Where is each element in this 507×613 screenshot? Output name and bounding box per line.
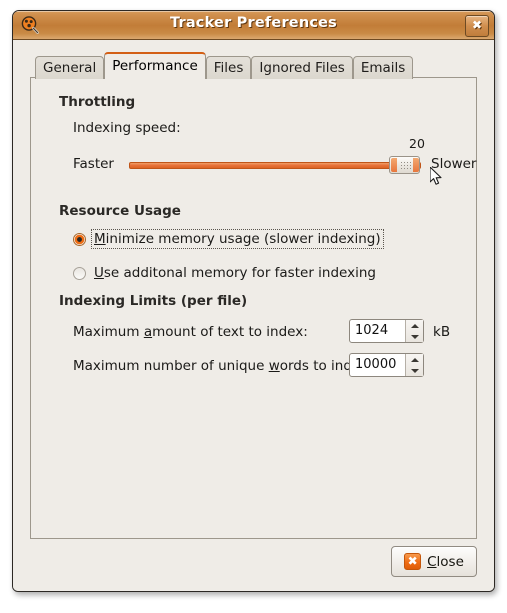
tab-ignored-files[interactable]: Ignored Files xyxy=(251,56,353,79)
close-mnemonic-c: C xyxy=(427,553,437,570)
radio-label-additional-memory-text: se additonal memory for faster indexing xyxy=(103,265,376,281)
max-words-value[interactable]: 10000 xyxy=(350,354,405,376)
max-words-spin-down[interactable] xyxy=(406,365,423,376)
close-button[interactable]: ✖ Close xyxy=(391,546,477,577)
radio-label-minimize-memory-text: inimize memory usage (slower indexing) xyxy=(105,231,381,247)
window-close-button[interactable]: ✖ xyxy=(465,15,489,37)
slider-handle-grip xyxy=(400,161,411,171)
max-words-spin-buttons xyxy=(405,354,423,376)
max-words-spin-up[interactable] xyxy=(406,354,423,365)
radio-row-additional-memory[interactable]: Use additonal memory for faster indexing xyxy=(73,263,378,283)
radio-mnemonic-m: M xyxy=(94,231,106,247)
close-x-icon: ✖ xyxy=(471,18,483,32)
slider-track[interactable] xyxy=(129,162,421,169)
close-x-icon: ✖ xyxy=(404,553,422,570)
radio-label-additional-memory: Use additonal memory for faster indexing xyxy=(92,264,378,282)
resource-usage-section-title: Resource Usage xyxy=(59,203,181,219)
max-words-label-pre: Maximum number of unique xyxy=(73,358,269,374)
radio-indicator-unselected[interactable] xyxy=(73,266,86,280)
tab-files[interactable]: Files xyxy=(205,56,252,79)
slider-handle[interactable] xyxy=(389,156,420,174)
indexing-speed-slider[interactable] xyxy=(129,152,421,176)
tracker-preferences-window: Tracker Preferences ✖ General Performance… xyxy=(12,10,495,592)
tab-emails[interactable]: Emails xyxy=(352,56,414,79)
indexing-speed-label: Indexing speed: xyxy=(73,120,181,136)
radio-mnemonic-u: U xyxy=(94,265,104,281)
performance-tab-panel: Throttling Indexing speed: Faster Slower… xyxy=(30,77,477,539)
close-x-glyph: ✖ xyxy=(407,554,418,568)
max-words-mnemonic-w: w xyxy=(268,358,280,374)
tab-general[interactable]: General xyxy=(35,56,105,79)
dialog-body: General Performance Files Ignored Files Emai… xyxy=(13,40,494,591)
window-titlebar: Tracker Preferences ✖ xyxy=(13,11,494,40)
chevron-down-icon xyxy=(410,334,419,339)
slider-slower-label: Slower xyxy=(431,156,477,172)
close-button-label: Close xyxy=(427,554,464,570)
max-text-label-post: mount of text to index: xyxy=(152,324,308,340)
max-text-unit-label: kB xyxy=(433,324,451,340)
slider-value-label: 20 xyxy=(409,136,425,151)
throttling-section-title: Throttling xyxy=(59,94,136,110)
max-words-spinbox[interactable]: 10000 xyxy=(349,353,424,377)
max-text-spin-buttons xyxy=(405,320,423,342)
max-text-spinbox[interactable]: 1024 xyxy=(349,319,424,343)
radio-label-minimize-memory: Minimize memory usage (slower indexing) xyxy=(91,229,384,249)
max-words-label: Maximum number of unique words to index: xyxy=(73,358,373,374)
tab-performance[interactable]: Performance xyxy=(104,52,206,79)
max-text-label: Maximum amount of text to index: xyxy=(73,324,308,340)
max-text-spin-up[interactable] xyxy=(406,320,423,331)
max-text-mnemonic-a: a xyxy=(143,324,153,340)
chevron-up-icon xyxy=(410,357,419,362)
preferences-notebook: General Performance Files Ignored Files Emai… xyxy=(30,52,477,539)
indexing-limits-section-title: Indexing Limits (per file) xyxy=(59,293,248,309)
radio-row-minimize-memory[interactable]: Minimize memory usage (slower indexing) xyxy=(73,229,384,249)
max-text-value[interactable]: 1024 xyxy=(350,320,405,342)
chevron-down-icon xyxy=(410,368,419,373)
radio-indicator-selected[interactable] xyxy=(73,232,86,246)
window-title: Tracker Preferences xyxy=(169,15,338,31)
slider-faster-label: Faster xyxy=(73,156,114,172)
close-button-label-text: lose xyxy=(436,553,464,570)
max-text-label-pre: Maximum xyxy=(73,324,144,340)
tab-strip: General Performance Files Ignored Files Emai… xyxy=(30,52,477,79)
chevron-up-icon xyxy=(410,323,419,328)
max-text-spin-down[interactable] xyxy=(406,331,423,342)
